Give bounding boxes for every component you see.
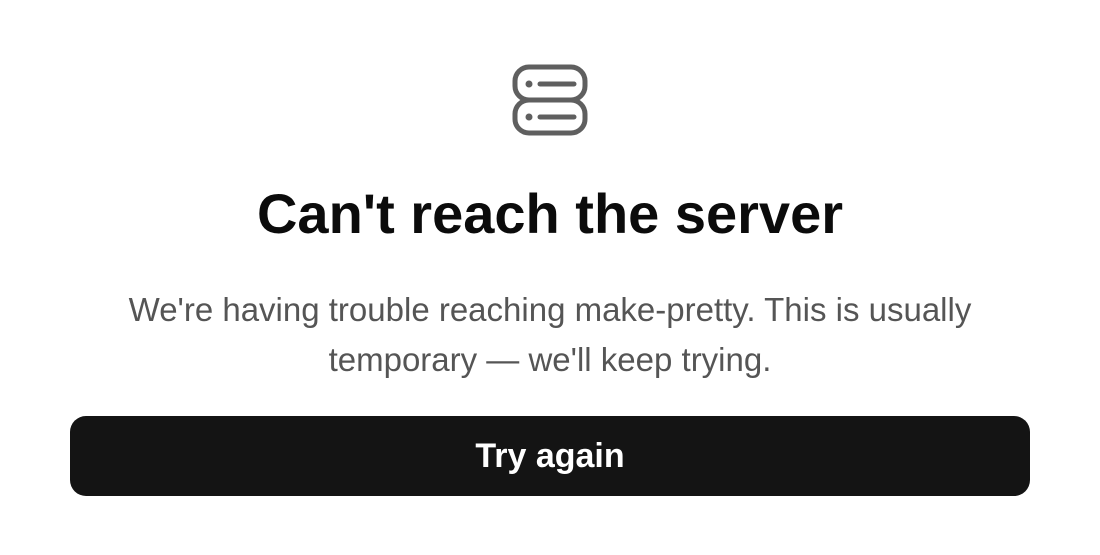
error-title: Can't reach the server xyxy=(256,182,844,245)
server-icon xyxy=(512,64,588,136)
connection-error-screen: Can't reach the server We're having trou… xyxy=(0,0,1100,555)
error-message: We're having trouble reaching make-prett… xyxy=(128,291,972,378)
try-again-button[interactable]: Try again xyxy=(70,416,1030,496)
